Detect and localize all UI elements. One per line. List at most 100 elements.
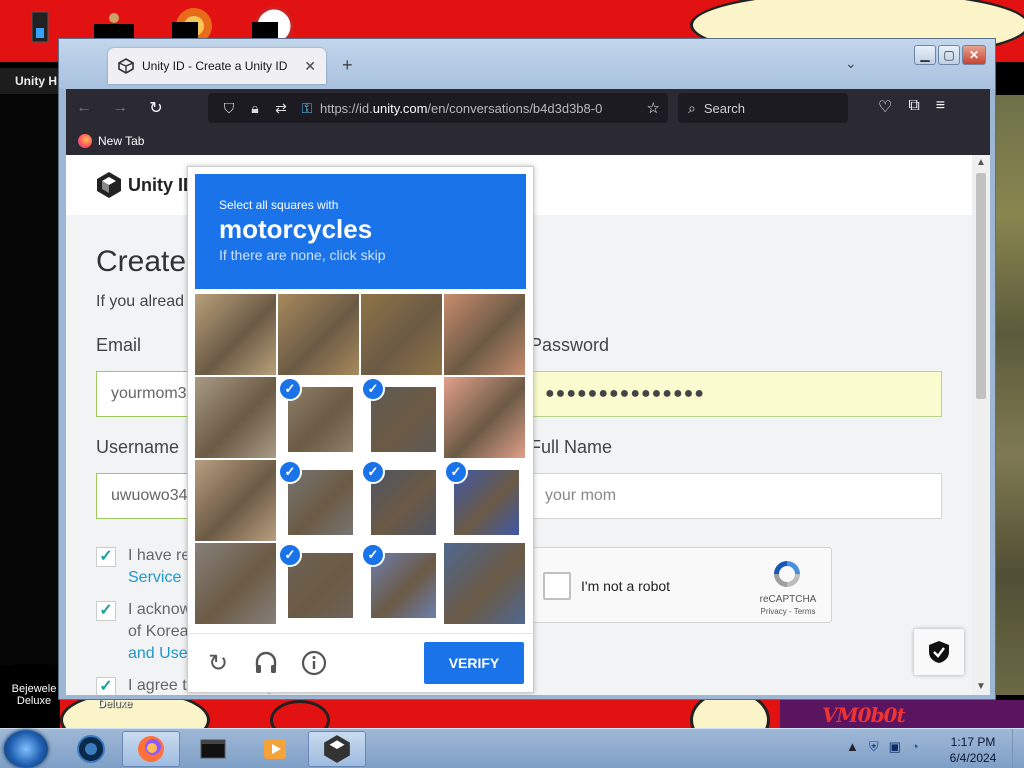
challenge-tile[interactable] [444, 294, 525, 375]
scroll-thumb[interactable] [976, 173, 986, 399]
selected-check-icon: ✓ [278, 543, 302, 567]
challenge-image-grid: ✓ ✓ ✓ ✓ ✓ ✓ ✓ [195, 294, 527, 626]
recaptcha-badge[interactable] [914, 629, 964, 675]
menu-icon[interactable]: ≡ [936, 97, 945, 117]
challenge-tile[interactable] [278, 294, 359, 375]
challenge-tile[interactable] [361, 294, 442, 375]
challenge-tile[interactable] [195, 294, 276, 375]
close-tab-icon[interactable]: ✕ [304, 58, 316, 75]
reload-button[interactable]: ↻ [138, 98, 174, 118]
bookmark-new-tab[interactable]: New Tab [98, 134, 144, 148]
bookmark-star-icon[interactable]: ☆ [647, 99, 660, 117]
pocket-icon[interactable]: ♡ [878, 97, 892, 117]
taskbar-terminal-icon[interactable] [184, 731, 242, 767]
taskbar-unity-icon[interactable] [308, 731, 366, 767]
challenge-tile-selected[interactable]: ✓ [278, 377, 359, 458]
taskbar-app-icon[interactable] [62, 731, 120, 767]
new-tab-button[interactable]: + [342, 55, 353, 76]
bejeweled-icon[interactable] [14, 664, 50, 680]
unity-cube-icon [97, 172, 121, 198]
challenge-tile-selected[interactable]: ✓ [361, 377, 442, 458]
reload-challenge-icon[interactable]: ↻ [204, 650, 232, 678]
tile-image [444, 294, 525, 375]
taskbar-firefox-icon[interactable] [122, 731, 180, 767]
selected-check-icon: ✓ [361, 543, 385, 567]
show-desktop-button[interactable] [1012, 729, 1024, 768]
verify-button[interactable]: VERIFY [424, 642, 524, 684]
search-icon: ⌕ [688, 99, 696, 116]
selected-check-icon: ✓ [361, 377, 385, 401]
window-title-bar[interactable]: Unity ID - Create a Unity ID ✕ + ⌄ ▁ ▢ ✕ [59, 39, 995, 89]
computer-icon[interactable] [18, 8, 62, 48]
tile-image [195, 460, 276, 541]
minimize-button[interactable]: ▁ [914, 45, 936, 65]
vm-watermark: VM0b0t [822, 703, 906, 727]
privacy-checkbox[interactable]: ✓ [96, 601, 116, 621]
recaptcha-checkbox[interactable] [543, 572, 571, 600]
challenge-tile[interactable] [444, 543, 525, 624]
close-window-button[interactable]: ✕ [962, 45, 986, 65]
challenge-tile[interactable] [195, 377, 276, 458]
challenge-tile[interactable] [444, 377, 525, 458]
challenge-tile-selected[interactable]: ✓ [361, 460, 442, 541]
scroll-up-icon[interactable]: ▲ [976, 157, 986, 168]
search-placeholder: Search [703, 100, 746, 116]
permissions-icon[interactable]: ⇄ [268, 100, 294, 117]
fullname-field[interactable]: your mom [530, 473, 942, 519]
tab-unity-id[interactable]: Unity ID - Create a Unity ID ✕ [108, 48, 326, 84]
maximize-button[interactable]: ▢ [938, 45, 960, 65]
audio-challenge-icon[interactable] [252, 650, 280, 678]
recaptcha-widget: I'm not a robot reCAPTCHA Privacy - Term… [532, 547, 832, 623]
tab-title: Unity ID - Create a Unity ID [142, 59, 288, 73]
taskbar: ▲ ⛨ ▣ ◔ 1:17 PM 6/4/2024 [0, 728, 1024, 768]
tracking-shield-icon[interactable]: ⛉ [216, 100, 242, 117]
terms-checkbox[interactable]: ✓ [96, 547, 116, 567]
selected-check-icon: ✓ [278, 377, 302, 401]
recaptcha-label: I'm not a robot [581, 578, 671, 594]
privacy-link[interactable]: and Use [128, 645, 188, 662]
page-title: Create [96, 245, 187, 278]
taskbar-clock[interactable]: 1:17 PM 6/4/2024 [940, 734, 1006, 766]
challenge-tile-selected[interactable]: ✓ [278, 460, 359, 541]
key-icon[interactable]: ⚿ [294, 100, 320, 117]
selected-check-icon: ✓ [444, 460, 468, 484]
scroll-down-icon[interactable]: ▼ [976, 681, 986, 692]
selected-check-icon: ✓ [278, 460, 302, 484]
security-shield-icon[interactable]: ⛨ [869, 739, 879, 755]
tile-image [444, 377, 525, 458]
page-scrollbar[interactable]: ▲ ▼ [972, 155, 990, 695]
firefox-icon [78, 134, 92, 148]
captcha-challenge-popup: Select all squares with motorcycles If t… [187, 166, 534, 693]
taskbar-media-icon[interactable] [246, 731, 304, 767]
challenge-tile-selected[interactable]: ✓ [444, 460, 525, 541]
email-label: Email [96, 335, 142, 355]
address-bar[interactable]: ⛉ 🔒︎ ⇄ ⚿ https://id.unity.com/en/convers… [208, 93, 668, 123]
challenge-tile[interactable] [195, 460, 276, 541]
password-field[interactable]: ●●●●●●●●●●●●●●● [530, 371, 942, 417]
page-subtitle: If you alread [96, 293, 185, 310]
tab-list-chevron-icon[interactable]: ⌄ [845, 55, 857, 72]
tray-expand-icon[interactable]: ▲ [846, 739, 859, 755]
info-icon[interactable] [300, 650, 328, 678]
challenge-tile-selected[interactable]: ✓ [361, 543, 442, 624]
volume-icon[interactable]: ◔ [911, 739, 919, 755]
search-input[interactable]: ⌕ Search [678, 93, 848, 123]
terms-link[interactable]: Service [128, 569, 181, 586]
wallpaper-dark-area [0, 95, 58, 665]
marketing-checkbox[interactable]: ✓ [96, 677, 116, 695]
url-text[interactable]: https://id.unity.com/en/conversations/b4… [320, 101, 630, 116]
extensions-icon[interactable]: ⧉ [908, 97, 919, 117]
back-button[interactable]: ← [66, 99, 102, 117]
start-button[interactable] [4, 730, 48, 768]
forward-button[interactable]: → [102, 99, 138, 117]
fullname-label: Full Name [530, 437, 613, 457]
terms-text: I have re Service [128, 547, 191, 586]
lock-icon[interactable]: 🔒︎ [242, 100, 268, 117]
recaptcha-privacy-terms[interactable]: Privacy - Terms [743, 607, 833, 616]
challenge-tile-selected[interactable]: ✓ [278, 543, 359, 624]
clock-time: 1:17 PM [950, 735, 996, 749]
unity-logo[interactable]: Unity ID [96, 171, 196, 199]
challenge-tile[interactable] [195, 543, 276, 624]
network-icon[interactable]: ▣ [889, 739, 901, 755]
unity-hub-window-tab[interactable]: Unity H [0, 68, 60, 94]
